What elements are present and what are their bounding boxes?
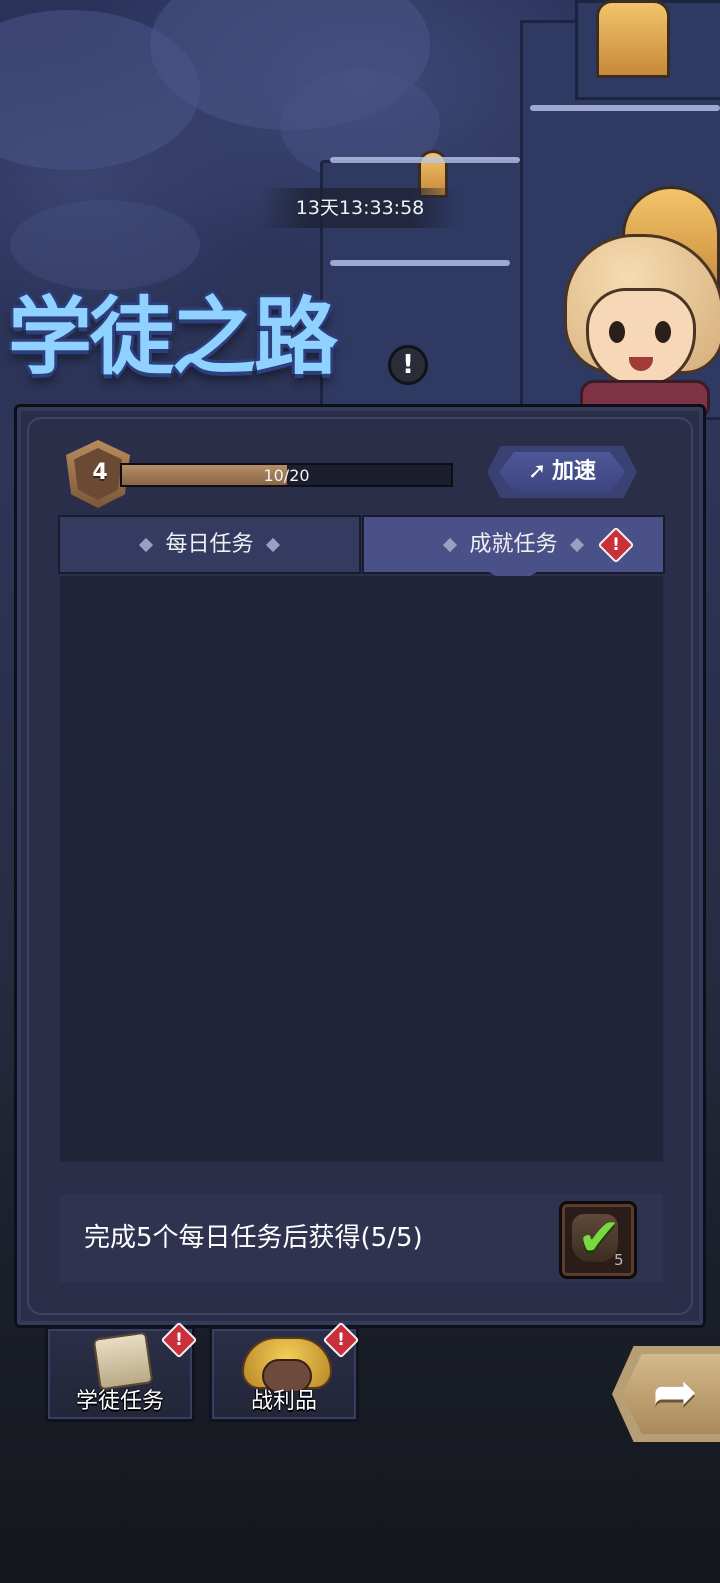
arrow-up-icon: ➚: [528, 459, 547, 484]
tab-achievement-label: 成就任务: [469, 532, 558, 557]
scroll-icon: [92, 1331, 154, 1391]
level-number: 4: [92, 460, 108, 485]
tab-daily-label: 每日任务: [165, 532, 254, 557]
diamond-icon: [265, 537, 280, 553]
alert-mark: !: [175, 1330, 183, 1350]
diamond-icon: [443, 537, 458, 553]
help-icon[interactable]: !: [388, 345, 428, 385]
diamond-icon: [569, 537, 584, 553]
speed-up-label[interactable]: 加速: [552, 456, 596, 488]
character-illustration: [560, 230, 720, 420]
loot-label: 战利品: [250, 1389, 317, 1414]
return-arrow-icon[interactable]: ➦: [640, 1362, 710, 1422]
apprentice-tasks-label: 学徒任务: [75, 1389, 164, 1414]
task-list[interactable]: [60, 576, 663, 1162]
reward-item-count: 5: [614, 1251, 624, 1269]
xp-progress-text: 10/20: [263, 466, 310, 485]
diamond-icon: [139, 537, 154, 553]
xp-progress-bar: 10/20: [120, 463, 453, 487]
tab-daily-tasks[interactable]: 每日任务: [58, 515, 361, 574]
event-title-logo: 学徒之路: [8, 288, 338, 386]
event-countdown-timer: 13天13:33:58: [260, 188, 460, 228]
alert-mark: !: [612, 535, 620, 555]
alert-mark: !: [337, 1330, 345, 1350]
reward-condition-text: 完成5个每日任务后获得(5/5): [84, 1223, 423, 1253]
